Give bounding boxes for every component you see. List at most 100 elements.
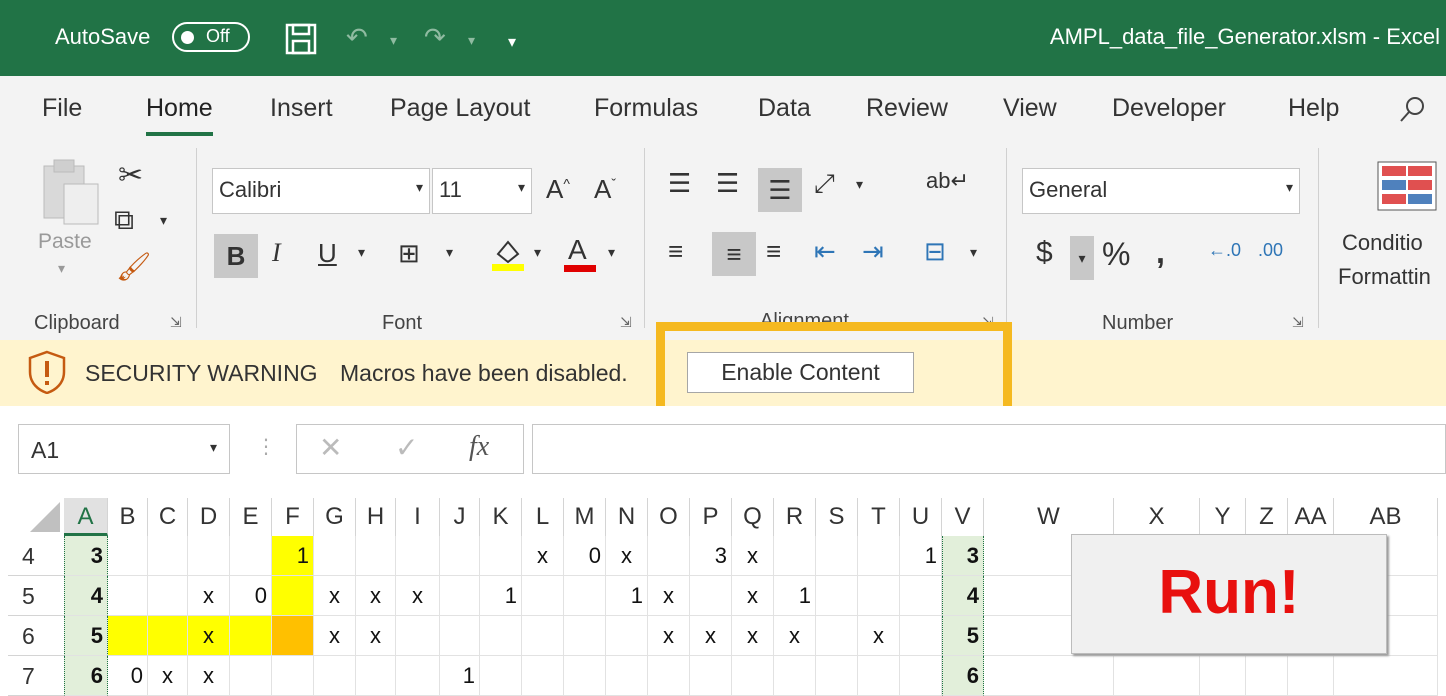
name-box[interactable]: A1 ▾ xyxy=(18,424,230,474)
font-color-icon[interactable]: A xyxy=(562,234,598,274)
cell-p7[interactable] xyxy=(690,656,732,696)
column-header-v[interactable]: V xyxy=(942,498,984,536)
cell-c4[interactable] xyxy=(148,536,188,576)
column-header-l[interactable]: L xyxy=(522,498,564,536)
cell-i6[interactable] xyxy=(396,616,440,656)
copy-dropdown-icon[interactable]: ▾ xyxy=(160,212,167,229)
cut-icon[interactable]: ✂ xyxy=(118,158,143,193)
cancel-icon[interactable]: ✕ xyxy=(319,431,342,464)
cell-i4[interactable] xyxy=(396,536,440,576)
column-header-h[interactable]: H xyxy=(356,498,396,536)
cell-l6[interactable] xyxy=(522,616,564,656)
font-launcher-icon[interactable]: ⇲ xyxy=(620,314,632,331)
cell-j7[interactable]: 1 xyxy=(440,656,480,696)
cell-h5[interactable]: x xyxy=(356,576,396,616)
column-header-e[interactable]: E xyxy=(230,498,272,536)
cell-m7[interactable] xyxy=(564,656,606,696)
decrease-font-size-icon[interactable]: Aˇ xyxy=(594,174,616,205)
column-header-c[interactable]: C xyxy=(148,498,188,536)
orientation-icon[interactable]: ⤢ xyxy=(814,168,835,200)
tab-developer[interactable]: Developer xyxy=(1112,94,1226,123)
cell-b4[interactable] xyxy=(108,536,148,576)
comma-style-icon[interactable]: , xyxy=(1156,234,1165,271)
cell-l7[interactable] xyxy=(522,656,564,696)
cell-e5[interactable]: 0 xyxy=(230,576,272,616)
cell-a4[interactable]: 3 xyxy=(64,536,108,576)
cell-u4[interactable]: 1 xyxy=(900,536,942,576)
column-header-z[interactable]: Z xyxy=(1246,498,1288,536)
cell-g5[interactable]: x xyxy=(314,576,356,616)
column-header-w[interactable]: W xyxy=(984,498,1114,536)
column-header-y[interactable]: Y xyxy=(1200,498,1246,536)
cell-v4[interactable]: 3 xyxy=(942,536,984,576)
cell-n5[interactable]: 1 xyxy=(606,576,648,616)
column-header-f[interactable]: F xyxy=(272,498,314,536)
cell-a6[interactable]: 5 xyxy=(64,616,108,656)
cell-g7[interactable] xyxy=(314,656,356,696)
cell-d5[interactable]: x xyxy=(188,576,230,616)
format-painter-icon[interactable]: 🖌 xyxy=(116,250,152,283)
cell-k5[interactable]: 1 xyxy=(480,576,522,616)
column-header-j[interactable]: J xyxy=(440,498,480,536)
search-icon[interactable] xyxy=(1398,94,1428,131)
bold-button[interactable]: B xyxy=(214,234,258,278)
undo-dropdown-icon[interactable]: ▾ xyxy=(390,32,397,49)
copy-icon[interactable]: ⧉ xyxy=(114,204,134,237)
column-header-g[interactable]: G xyxy=(314,498,356,536)
merge-center-icon[interactable]: ⊟ xyxy=(924,236,946,267)
currency-icon[interactable]: $ xyxy=(1036,236,1053,270)
column-header-q[interactable]: Q xyxy=(732,498,774,536)
wrap-text-icon[interactable]: ab↵ xyxy=(926,168,969,194)
cell-d6[interactable]: x xyxy=(188,616,230,656)
cell-q5[interactable]: x xyxy=(732,576,774,616)
percent-icon[interactable]: % xyxy=(1102,236,1130,273)
align-right-icon[interactable]: ≡ xyxy=(766,236,781,267)
cell-c6[interactable] xyxy=(148,616,188,656)
column-header-o[interactable]: O xyxy=(648,498,690,536)
cell-n7[interactable] xyxy=(606,656,648,696)
row-header-4[interactable]: 4 xyxy=(8,536,64,576)
cell-a7[interactable]: 6 xyxy=(64,656,108,696)
conditional-formatting-label-2[interactable]: Formattin xyxy=(1338,264,1431,290)
column-header-p[interactable]: P xyxy=(690,498,732,536)
cell-o5[interactable]: x xyxy=(648,576,690,616)
fill-color-icon[interactable] xyxy=(490,236,526,272)
align-bottom-icon[interactable]: ☰ xyxy=(758,168,802,212)
clipboard-launcher-icon[interactable]: ⇲ xyxy=(170,314,182,331)
cell-s7[interactable] xyxy=(816,656,858,696)
cell-e7[interactable] xyxy=(230,656,272,696)
font-name-box[interactable]: Calibri ▾ xyxy=(212,168,430,214)
cell-e4[interactable] xyxy=(230,536,272,576)
column-header-b[interactable]: B xyxy=(108,498,148,536)
increase-indent-icon[interactable]: ⇥ xyxy=(862,236,884,267)
orientation-dropdown-icon[interactable]: ▾ xyxy=(856,176,863,193)
tab-home[interactable]: Home xyxy=(146,94,213,136)
italic-button[interactable]: I xyxy=(272,238,281,268)
column-header-i[interactable]: I xyxy=(396,498,440,536)
cell-v6[interactable]: 5 xyxy=(942,616,984,656)
cell-c7[interactable]: x xyxy=(148,656,188,696)
borders-dropdown-icon[interactable]: ▾ xyxy=(446,244,453,261)
cell-l4[interactable]: x xyxy=(522,536,564,576)
cell-r4[interactable] xyxy=(774,536,816,576)
cell-t6[interactable]: x xyxy=(858,616,900,656)
align-left-icon[interactable]: ≡ xyxy=(668,236,683,267)
cell-d7[interactable]: x xyxy=(188,656,230,696)
cell-i7[interactable] xyxy=(396,656,440,696)
cell-k4[interactable] xyxy=(480,536,522,576)
align-top-icon[interactable]: ☰ xyxy=(668,168,691,199)
cell-m5[interactable] xyxy=(564,576,606,616)
cell-r7[interactable] xyxy=(774,656,816,696)
insert-function-icon[interactable]: fx xyxy=(469,431,489,463)
conditional-formatting-label-1[interactable]: Conditio xyxy=(1342,230,1423,256)
customize-qat-icon[interactable]: ▾ xyxy=(508,32,516,52)
cell-x7[interactable] xyxy=(1114,656,1200,696)
font-color-dropdown-icon[interactable]: ▾ xyxy=(608,244,615,261)
increase-decimal-icon[interactable]: ←.0 xyxy=(1208,240,1241,261)
cell-h7[interactable] xyxy=(356,656,396,696)
cell-n6[interactable] xyxy=(606,616,648,656)
column-header-m[interactable]: M xyxy=(564,498,606,536)
column-header-s[interactable]: S xyxy=(816,498,858,536)
cell-j4[interactable] xyxy=(440,536,480,576)
column-header-n[interactable]: N xyxy=(606,498,648,536)
